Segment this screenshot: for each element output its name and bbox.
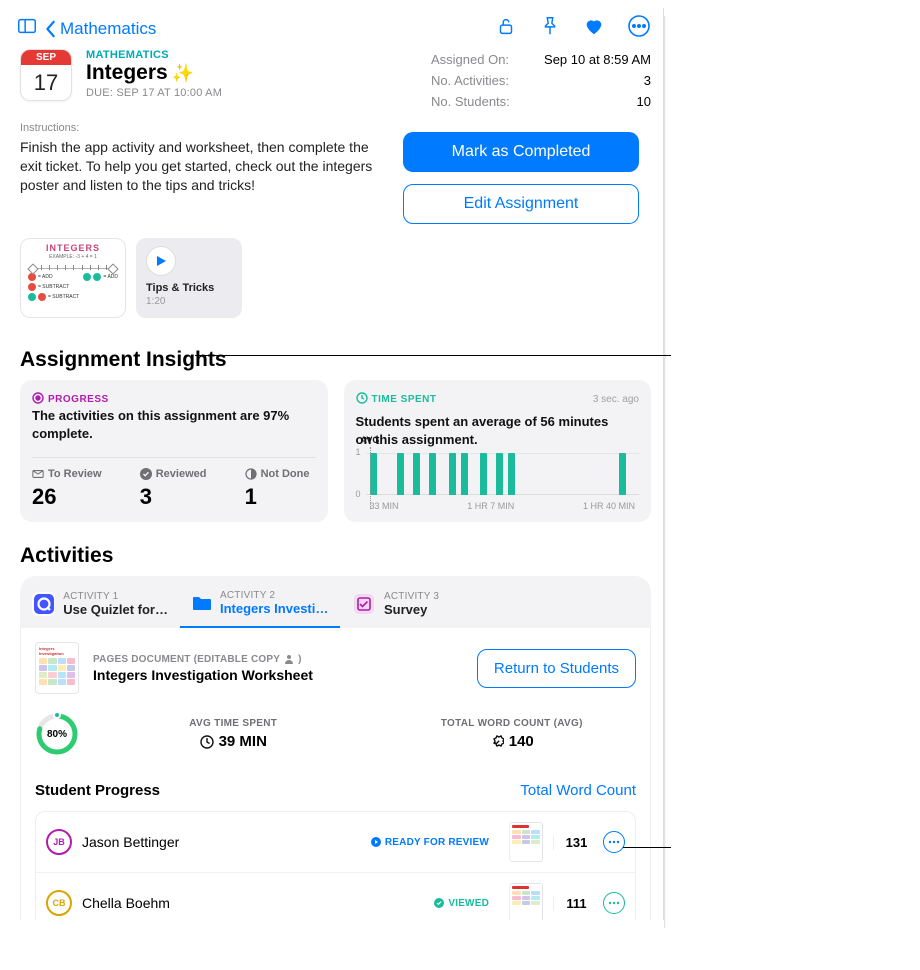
attachment-tips-audio[interactable]: Tips & Tricks 1:20 xyxy=(136,238,242,318)
folder-icon xyxy=(192,591,212,615)
tab-activity-3[interactable]: ACTIVITY 3Survey xyxy=(340,580,500,628)
tab-activity-1[interactable]: ACTIVITY 1Use Quizlet for… xyxy=(20,580,180,628)
not-done-label: Not Done xyxy=(245,468,310,480)
to-review-value: 26 xyxy=(32,484,102,510)
sparkles-icon: ✨ xyxy=(172,63,194,84)
back-label: Mathematics xyxy=(60,19,156,39)
progress-summary: The activities on this assignment are 97… xyxy=(32,407,292,443)
student-word-count: 131 xyxy=(553,835,593,850)
calendar-day: 17 xyxy=(34,65,58,100)
sidebar-toggle-icon[interactable] xyxy=(16,15,38,42)
student-word-count: 111 xyxy=(553,896,593,911)
to-review-label: To Review xyxy=(32,468,102,480)
instructions-label: Instructions: xyxy=(20,122,387,134)
reviewed-label: Reviewed xyxy=(140,468,207,480)
completion-ring: 80% xyxy=(35,712,79,756)
survey-icon xyxy=(352,592,376,616)
avg-time-value: 39 MIN xyxy=(219,733,267,750)
submission-thumbnail[interactable] xyxy=(509,883,543,920)
total-word-count-link[interactable]: Total Word Count xyxy=(520,782,636,799)
submission-thumbnail[interactable] xyxy=(509,822,543,862)
pin-icon[interactable] xyxy=(539,15,561,42)
student-name: Chella Boehm xyxy=(82,895,424,911)
tips-duration: 1:20 xyxy=(146,296,232,307)
time-spent-chart: 10 AVG 33 MIN 1 HR 7 MIN 1 HR 40 MIN xyxy=(356,449,640,509)
activities-heading: Activities xyxy=(8,522,663,576)
row-more-button[interactable] xyxy=(603,892,625,914)
assignment-meta: Assigned On:Sep 10 at 8:59 AM No. Activi… xyxy=(431,49,651,112)
reviewed-value: 3 xyxy=(140,484,207,510)
target-icon xyxy=(32,392,44,407)
more-icon[interactable] xyxy=(627,14,651,43)
student-list: JB Jason Bettinger READY FOR REVIEW 131 … xyxy=(35,811,636,920)
progress-card: PROGRESS The activities on this assignme… xyxy=(20,380,328,522)
person-icon xyxy=(284,654,294,664)
avg-time-label: AVG TIME SPENT xyxy=(109,718,358,729)
lock-open-icon[interactable] xyxy=(495,15,517,42)
return-students-button[interactable]: Return to Students xyxy=(477,649,636,688)
not-done-value: 1 xyxy=(245,484,310,510)
tab-activity-2[interactable]: ACTIVITY 2Integers Investi… xyxy=(180,580,340,628)
instructions-text: Finish the app activity and worksheet, t… xyxy=(20,138,387,195)
clock-icon xyxy=(356,392,368,407)
quizlet-icon xyxy=(32,592,55,616)
row-more-button[interactable] xyxy=(603,831,625,853)
assignment-title: Integers ✨ xyxy=(86,61,222,85)
avatar: JB xyxy=(46,829,72,855)
avatar: CB xyxy=(46,890,72,916)
word-count-value: 140 xyxy=(509,733,534,750)
student-row[interactable]: CB Chella Boehm VIEWED 111 xyxy=(36,873,635,920)
student-name: Jason Bettinger xyxy=(82,834,361,850)
tips-title: Tips & Tricks xyxy=(146,282,232,294)
mark-completed-button[interactable]: Mark as Completed xyxy=(403,132,639,172)
edit-assignment-button[interactable]: Edit Assignment xyxy=(403,184,639,224)
student-progress-heading: Student Progress xyxy=(35,782,160,799)
completion-percent: 80% xyxy=(35,712,79,756)
attachment-poster[interactable]: INTEGERS EXAMPLE: -3 + 4 = 1 = ADD = ADD… xyxy=(20,238,126,318)
clock-icon xyxy=(200,735,214,749)
poster-title: INTEGERS xyxy=(46,243,100,253)
due-date: DUE: SEP 17 AT 10:00 AM xyxy=(86,87,222,99)
play-icon[interactable] xyxy=(146,246,176,276)
activity-tabs: ACTIVITY 1Use Quizlet for… ACTIVITY 2Int… xyxy=(20,580,651,628)
student-row[interactable]: JB Jason Bettinger READY FOR REVIEW 131 xyxy=(36,812,635,873)
back-button[interactable]: Mathematics xyxy=(44,19,156,39)
calendar-badge: SEP 17 xyxy=(20,49,72,101)
badge-icon xyxy=(490,735,504,749)
heart-icon[interactable] xyxy=(583,15,605,42)
document-thumbnail[interactable]: Integers Investigation xyxy=(35,642,79,694)
student-status: READY FOR REVIEW xyxy=(371,837,489,848)
callout-line xyxy=(623,847,671,848)
document-type: PAGES DOCUMENT (EDITABLE COPY ) xyxy=(93,654,463,665)
time-summary: Students spent an average of 56 minutes … xyxy=(356,413,616,449)
word-count-label: TOTAL WORD COUNT (AVG) xyxy=(388,718,637,729)
calendar-month: SEP xyxy=(21,50,71,65)
document-title: Integers Investigation Worksheet xyxy=(93,667,463,683)
time-updated: 3 sec. ago xyxy=(593,394,639,405)
callout-line xyxy=(195,355,671,356)
time-spent-card: TIME SPENT 3 sec. ago Students spent an … xyxy=(344,380,652,522)
student-status: VIEWED xyxy=(434,898,489,909)
subject-label: MATHEMATICS xyxy=(86,49,222,61)
top-bar: Mathematics xyxy=(8,8,663,45)
insights-heading: Assignment Insights xyxy=(8,324,663,380)
